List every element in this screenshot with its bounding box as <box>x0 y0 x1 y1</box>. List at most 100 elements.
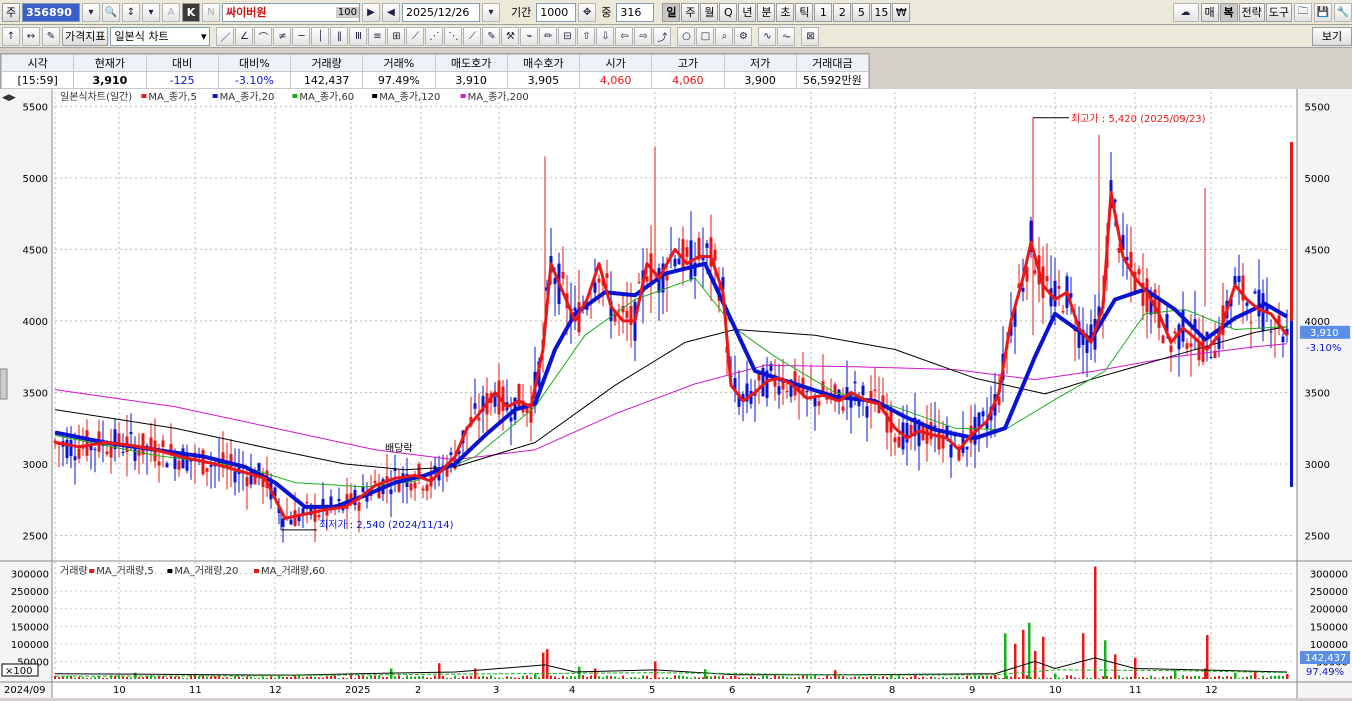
volume-bar <box>606 675 608 679</box>
search-icon[interactable]: 🔍 <box>102 2 120 22</box>
collapse-arrows-icon[interactable]: ◀▶ <box>2 93 16 103</box>
draw-tool-icon[interactable]: ─ <box>292 26 311 46</box>
stock-code-input[interactable]: 356890 <box>22 2 80 22</box>
volume-bar <box>1262 675 1264 679</box>
vol-legend-swatch <box>89 569 95 573</box>
draw-tool-icon[interactable]: ⊟ <box>558 26 577 46</box>
zoom-icon[interactable]: ✥ <box>578 2 597 22</box>
draw-tool-icon[interactable]: ≠ <box>273 26 292 46</box>
draw-tool-icon[interactable]: ⟋ <box>406 26 425 46</box>
volume-bar <box>1154 677 1156 679</box>
date-input[interactable]: 2025/12/26 <box>402 2 480 22</box>
draw-tool-icon[interactable]: ∿ <box>758 26 777 46</box>
draw-tool-icon[interactable]: ⋰ <box>425 26 444 46</box>
volume-bar <box>742 677 744 679</box>
period-button-4[interactable]: 년 <box>738 2 757 22</box>
volume-bar <box>602 677 604 679</box>
candle-body <box>573 307 577 312</box>
right-button-2[interactable]: 전략 <box>1238 2 1265 22</box>
dropdown-arrow-icon[interactable]: ▾ <box>142 2 160 22</box>
draw-tool-icon[interactable]: ⊠ <box>801 26 820 46</box>
draw-tool-icon[interactable]: ⌒ <box>254 26 273 46</box>
wrench-icon[interactable]: 🔧 <box>1334 2 1352 22</box>
draw-tool-icon[interactable]: □ <box>696 26 715 46</box>
next-icon[interactable]: ▶ <box>362 2 380 22</box>
draw-tool-icon[interactable]: ✎ <box>482 26 501 46</box>
calendar-dropdown-icon[interactable]: ▾ <box>482 2 500 22</box>
cloud-icon[interactable]: ☁ <box>1172 2 1199 22</box>
period-button-11[interactable]: 15 <box>871 2 892 22</box>
period-button-0[interactable]: 일 <box>662 2 681 22</box>
candle-body <box>705 243 709 248</box>
draw-tool-icon[interactable]: │ <box>311 26 330 46</box>
draw-tool-icon[interactable]: ⌁ <box>520 26 539 46</box>
panel-toggle-handle[interactable] <box>0 368 8 400</box>
period-button-6[interactable]: 초 <box>776 2 795 22</box>
period-input[interactable]: 1000 <box>536 2 577 22</box>
market-select[interactable]: 주 <box>2 2 20 22</box>
prev-icon[interactable]: ◀ <box>382 2 400 22</box>
period-button-1[interactable]: 주 <box>681 2 700 22</box>
draw-tool-icon[interactable]: ‖ <box>330 26 349 46</box>
a-icon[interactable]: A <box>162 2 180 22</box>
folder-icon[interactable]: 🗀 <box>1294 2 1312 22</box>
draw-tool-icon[interactable]: ○ <box>677 26 696 46</box>
right-button-1[interactable]: 복 <box>1219 2 1238 22</box>
draw-tool-icon[interactable]: ⇧ <box>577 26 596 46</box>
period-button-3[interactable]: Q <box>719 2 738 22</box>
dropdown-arrow-icon[interactable]: ▾ <box>82 2 100 22</box>
legend-swatch <box>292 94 298 98</box>
y-tick-label-right: 5000 <box>1305 174 1330 185</box>
draw-tool-icon[interactable]: ∠ <box>235 26 254 46</box>
save-icon[interactable]: 💾 <box>1314 2 1332 22</box>
draw-tool-icon[interactable]: ⇩ <box>596 26 615 46</box>
right-button-0[interactable]: 매 <box>1200 2 1219 22</box>
count-input[interactable]: 316 <box>616 2 655 22</box>
draw-tool-icon[interactable]: ⇦ <box>615 26 634 46</box>
draw-tool-icon[interactable]: ⇨ <box>634 26 653 46</box>
draw-tool-icon[interactable]: Ⅲ <box>349 26 368 46</box>
right-button-3[interactable]: 도구 <box>1265 2 1292 22</box>
y-tick-label-left: 3000 <box>23 460 48 471</box>
draw-tool-icon[interactable]: ✏ <box>539 26 558 46</box>
draw-tool-icon[interactable]: ／ <box>216 26 235 46</box>
draw-tool-icon[interactable]: ≡ <box>368 26 387 46</box>
period-button-10[interactable]: 5 <box>852 2 871 22</box>
draw-tool-icon[interactable]: ⋱ <box>444 26 463 46</box>
period-button-8[interactable]: 1 <box>814 2 833 22</box>
edit-icon[interactable]: ✎ <box>42 26 60 46</box>
period-button-12[interactable]: ₩ <box>892 2 911 22</box>
indicator-button[interactable]: 가격지표 <box>62 26 109 46</box>
draw-tool-icon[interactable]: ⌕ <box>715 26 734 46</box>
x-tick-label: 2025 <box>345 685 370 696</box>
volume-bar <box>334 675 336 679</box>
period-button-2[interactable]: 월 <box>700 2 719 22</box>
chart-type-select[interactable]: 일본식 차트 ▾ <box>110 26 211 46</box>
draw-tool-icon[interactable]: ⚒ <box>501 26 520 46</box>
draw-tool-icon[interactable]: ⚙ <box>734 26 753 46</box>
candle-body <box>1137 269 1141 275</box>
volume-bar <box>398 675 400 679</box>
k-button[interactable]: K <box>182 2 200 22</box>
sort-icon[interactable]: ↕ <box>122 2 140 22</box>
draw-tool-icon[interactable]: ⟋ <box>463 26 482 46</box>
period-button-9[interactable]: 2 <box>833 2 852 22</box>
period-button-7[interactable]: 틱 <box>795 2 814 22</box>
chart-area[interactable]: 2024/09 10 11 12 2025 2 3 4 5 6 7 8 9 10 11 12 2500 2500 3… <box>0 89 1352 698</box>
period-button-5[interactable]: 분 <box>757 2 776 22</box>
n-icon[interactable]: N <box>202 2 220 22</box>
arrows-horizontal-icon[interactable]: ↔ <box>22 26 40 46</box>
stock-chart[interactable]: 2024/09 10 11 12 2025 2 3 4 5 6 7 8 9 10 11 12 2500 2500 3… <box>0 89 1352 698</box>
volume-bar <box>658 677 660 679</box>
stock-name-field[interactable]: 싸이버원 100 <box>222 2 360 22</box>
candle-body <box>677 258 681 265</box>
draw-tool-icon[interactable]: ⊞ <box>387 26 406 46</box>
volume-bar <box>686 676 688 679</box>
arrow-up-icon[interactable]: ↑ <box>2 26 20 46</box>
view-button[interactable]: 보기 <box>1312 26 1352 46</box>
candle-body <box>841 406 845 411</box>
draw-tool-icon[interactable]: ⤴ <box>653 26 672 46</box>
volume-bar <box>434 675 436 679</box>
draw-tool-icon[interactable]: ⏦ <box>777 26 796 46</box>
x-tick-label: 4 <box>569 685 575 696</box>
